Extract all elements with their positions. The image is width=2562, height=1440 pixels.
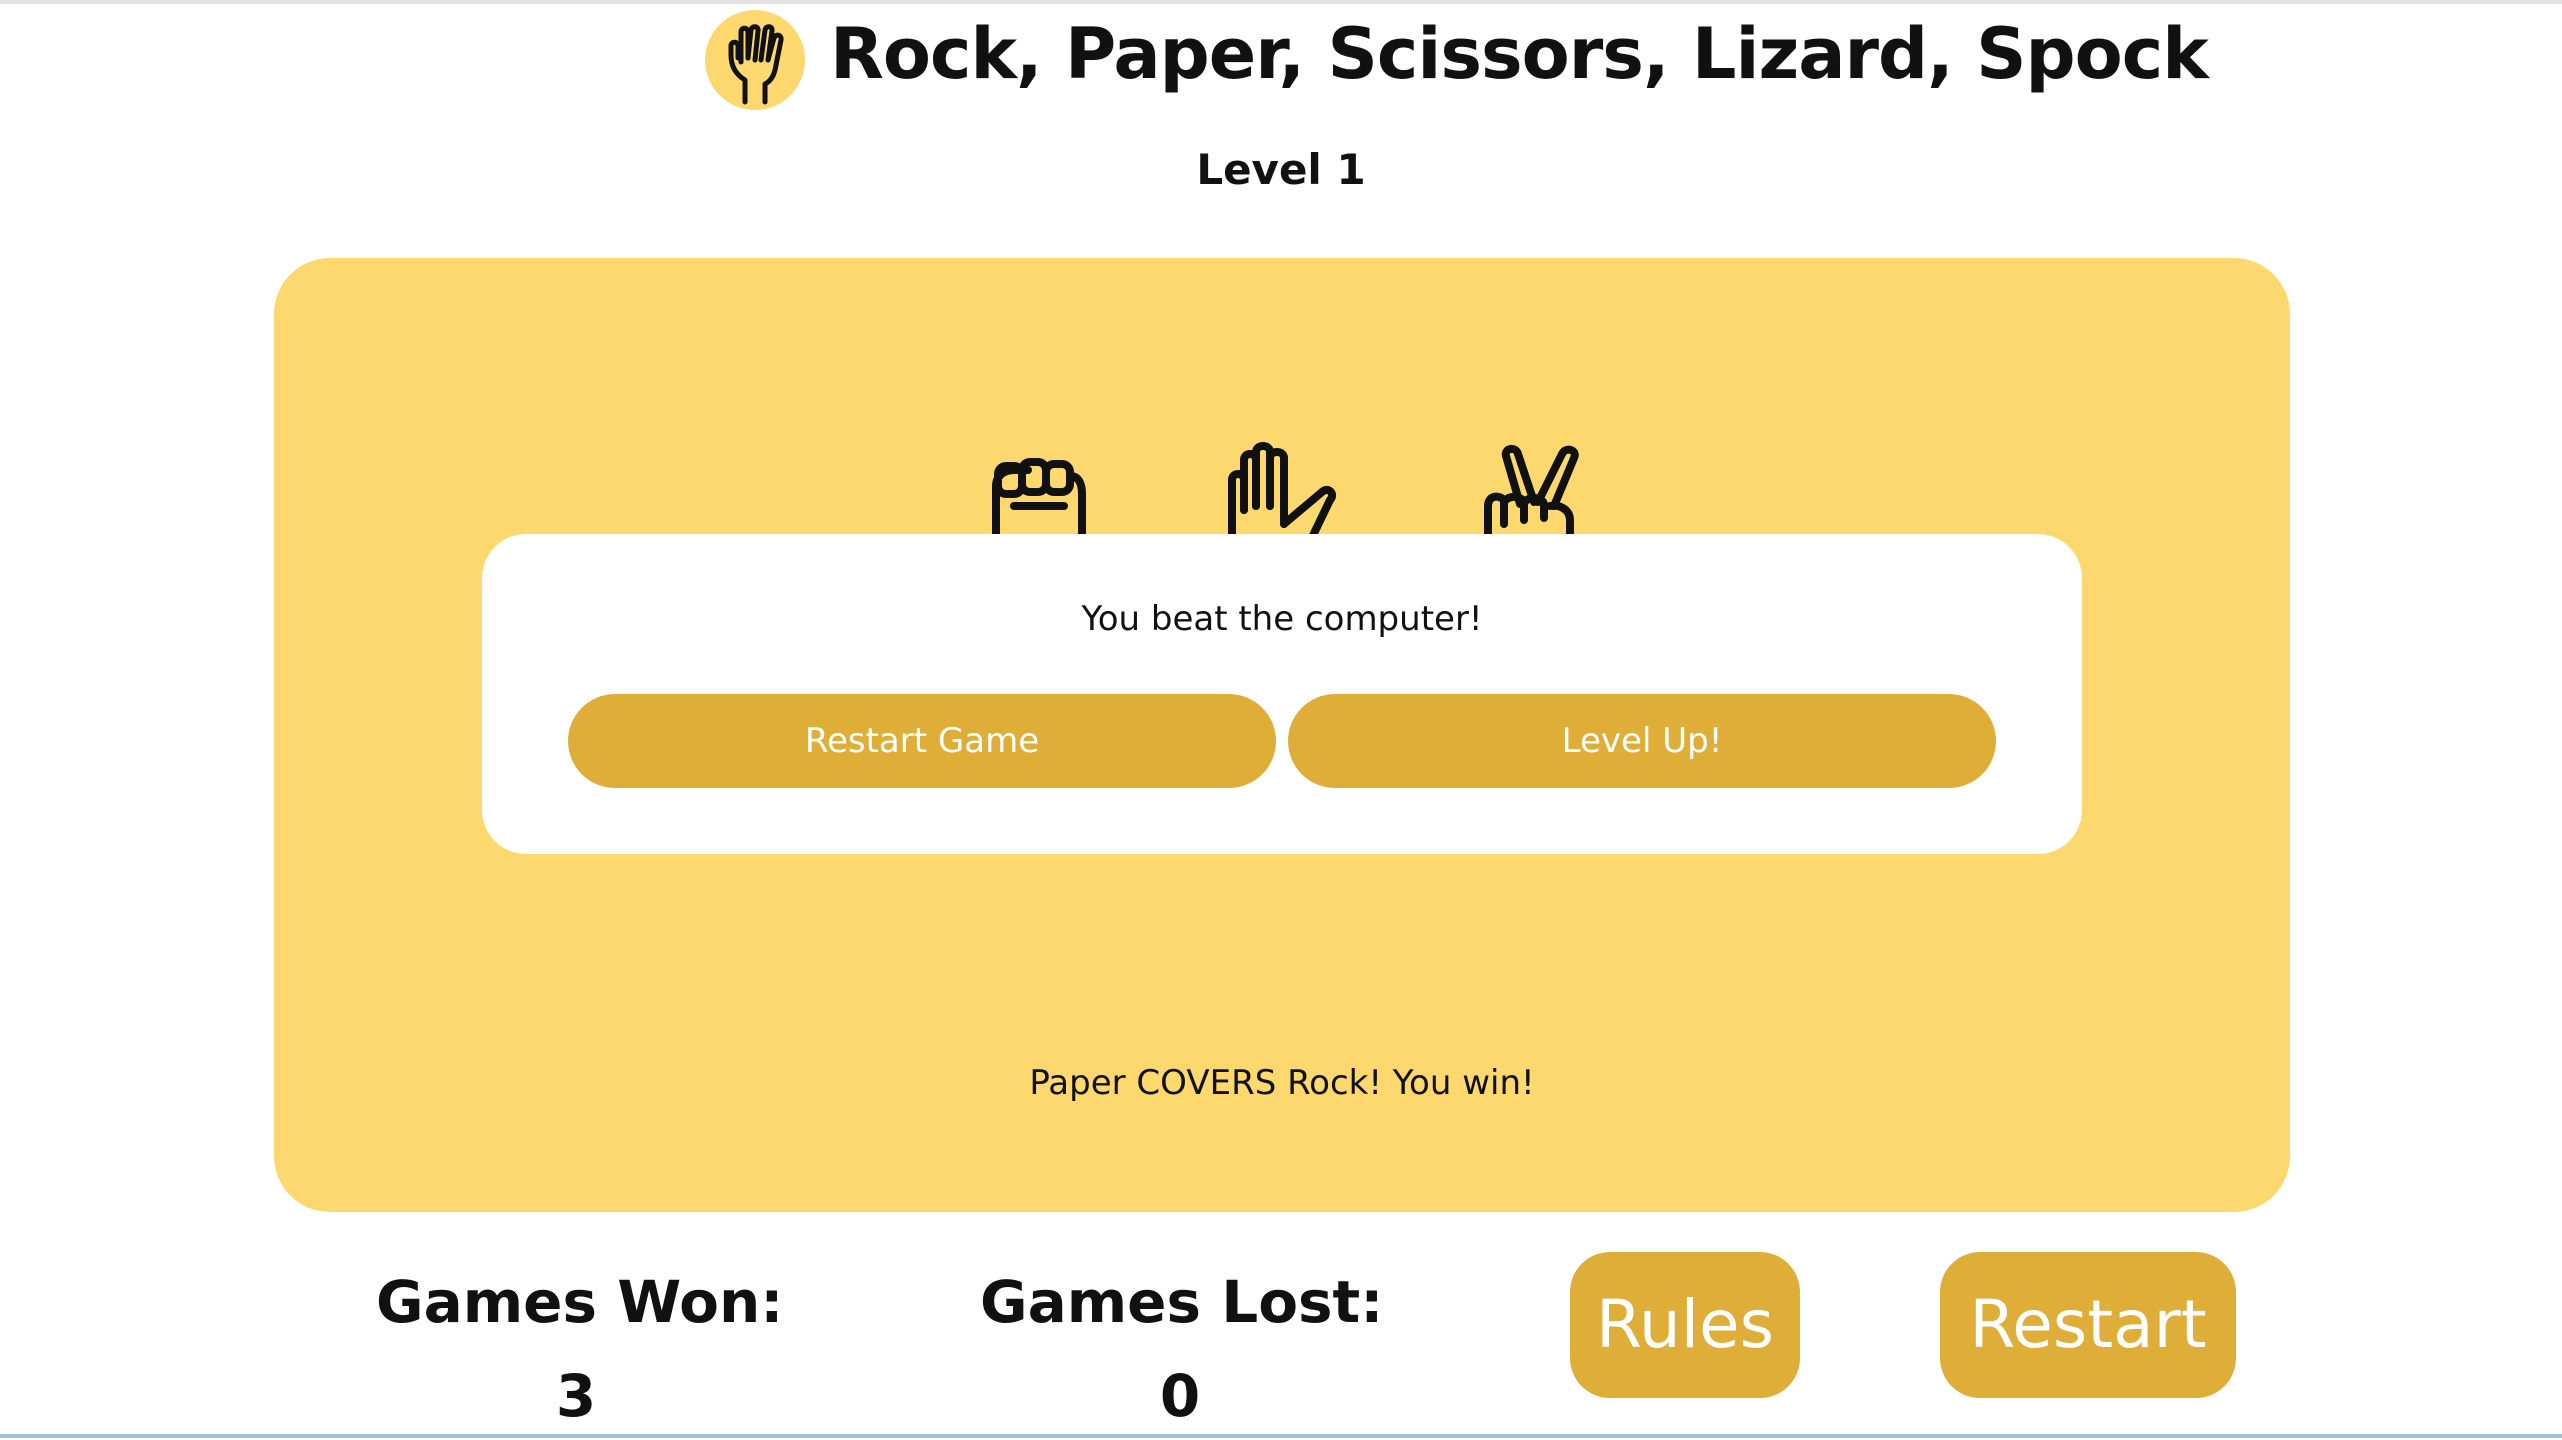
- level-up-button[interactable]: Level Up!: [1288, 694, 1996, 788]
- games-lost-value: 0: [1159, 1362, 1201, 1430]
- game-board: You beat the computer! Restart Game Leve…: [274, 258, 2290, 1212]
- modal-message: You beat the computer!: [1081, 599, 1483, 639]
- vulcan-salute-hand-icon: [728, 24, 784, 105]
- level-indicator: Level 1: [1196, 145, 1366, 194]
- page-title: Rock, Paper, Scissors, Lizard, Spock: [830, 13, 2209, 95]
- restart-button[interactable]: Restart: [1940, 1252, 2236, 1398]
- games-won-label: Games Won:: [376, 1268, 784, 1336]
- restart-game-button[interactable]: Restart Game: [568, 694, 1276, 788]
- games-lost-label: Games Lost:: [980, 1268, 1384, 1336]
- header: Rock, Paper, Scissors, Lizard, Spock: [0, 0, 2562, 120]
- logo: [705, 10, 805, 110]
- bottom-border: [0, 1434, 2562, 1438]
- win-modal: You beat the computer! Restart Game Leve…: [482, 534, 2082, 854]
- result-message: Paper COVERS Rock! You win!: [1029, 1063, 1535, 1103]
- games-won-value: 3: [555, 1362, 597, 1430]
- fist-icon: [992, 458, 1086, 550]
- rules-button[interactable]: Rules: [1570, 1252, 1800, 1398]
